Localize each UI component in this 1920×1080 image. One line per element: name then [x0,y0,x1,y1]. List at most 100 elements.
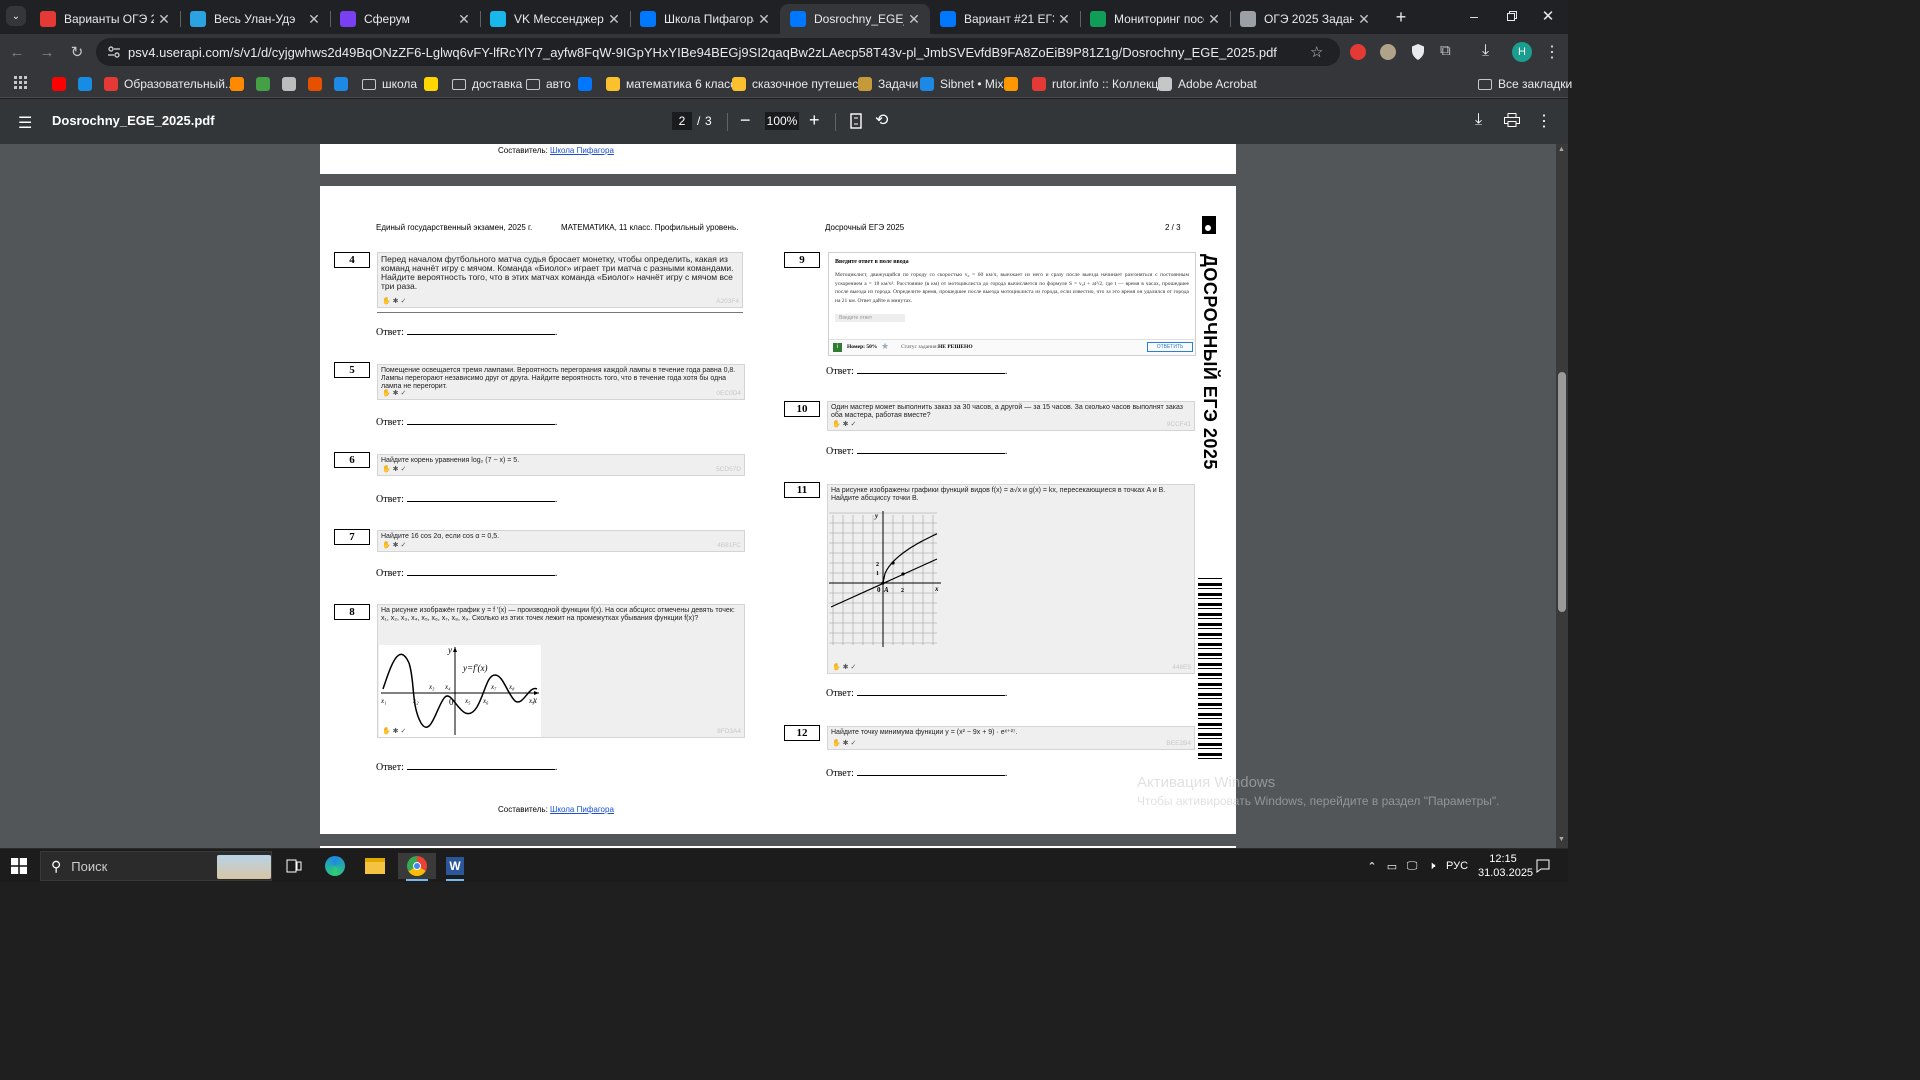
tab-close-icon[interactable]: ✕ [1204,11,1224,28]
browser-tab[interactable]: Варианты ОГЭ 2025✕ [30,4,180,34]
answer-9-line[interactable] [856,365,1005,374]
extension-shield-icon[interactable] [1410,43,1426,61]
tab-close-icon[interactable]: ✕ [154,11,174,28]
minimize-button[interactable]: – [1462,6,1486,26]
taskbar-search-box[interactable]: ⚲ Поиск [40,851,272,881]
scroll-thumb[interactable] [1558,372,1566,612]
download-icon[interactable]: ⤓ [1482,42,1489,60]
chrome-taskbar-icon[interactable] [398,853,436,879]
answer-5-line[interactable] [406,416,555,425]
bookmark-item[interactable]: Задачи [858,74,918,94]
bookmark-item[interactable]: Sibnet • Mix [920,74,1004,94]
tab-close-icon[interactable]: ✕ [1054,11,1074,28]
bookmark-item[interactable] [1004,74,1024,94]
clock[interactable]: 12:15 31.03.2025 [1478,852,1533,880]
problem-4-actions[interactable]: ✋ ✱ ✓ [382,297,406,306]
scroll-up-arrow[interactable]: ▲ [1558,146,1565,153]
back-button[interactable]: ← [6,41,28,63]
answer-10-line[interactable] [856,445,1005,454]
footer-link[interactable]: Школа Пифагора [550,805,614,814]
answer-11-line[interactable] [856,687,1005,696]
word-icon[interactable]: W [440,853,470,879]
answer-6-line[interactable] [406,493,555,502]
bookmark-item[interactable] [334,74,354,94]
tab-close-icon[interactable]: ✕ [1354,11,1374,28]
pdf-download-icon[interactable]: ⤓ [1475,111,1482,129]
bookmark-item[interactable]: доставка [452,74,522,94]
problem-8-actions[interactable]: ✋ ✱ ✓ [382,728,406,736]
profile-avatar[interactable]: Н [1512,42,1532,62]
problem-10-actions[interactable]: ✋ ✱ ✓ [832,421,856,429]
browser-tab[interactable]: Dosrochny_EGE_2025✕ [780,4,930,34]
problem-9-answer-input[interactable]: Введите ответ [835,314,905,322]
browser-tab[interactable]: Мониторинг посещ✕ [1080,4,1230,34]
browser-tab[interactable]: Вариант #21 ЕГЭ пр✕ [930,4,1080,34]
bookmark-item[interactable] [424,74,444,94]
scroll-down-arrow[interactable]: ▼ [1558,836,1565,843]
browser-tab[interactable]: Сферум ✕ [330,4,480,34]
bookmark-item[interactable] [578,74,598,94]
close-window-button[interactable]: ✕ [1536,6,1560,26]
bookmark-item[interactable] [256,74,276,94]
tab-close-icon[interactable]: ✕ [904,11,924,28]
rotate-icon[interactable]: ⟲ [875,110,888,130]
pdf-more-icon[interactable]: ⋮ [1536,111,1552,131]
volume-icon[interactable]: 🕨 [1424,853,1440,879]
zoom-input[interactable]: 100% [765,112,799,130]
forward-button[interactable]: → [36,41,58,63]
answer-7-line[interactable] [406,567,555,576]
all-bookmarks-folder[interactable]: Все закладки [1478,74,1572,94]
network-icon[interactable]: 🖵 [1404,853,1420,879]
tab-close-icon[interactable]: ✕ [304,11,324,28]
tray-chevron-icon[interactable]: ⌃ [1364,853,1380,879]
extension-face-icon[interactable] [1380,44,1396,60]
problem-12-actions[interactable]: ✋ ✱ ✓ [832,740,856,748]
browser-tab[interactable]: Весь Улан-Удэ ✕ [180,4,330,34]
problem-9-submit-button[interactable]: ОТВЕТИТЬ [1147,342,1193,352]
bookmark-item[interactable]: Образовательный... [104,74,235,94]
start-button[interactable] [8,853,30,879]
language-indicator[interactable]: РУС [1444,853,1470,879]
browser-tab[interactable]: ОГЭ 2025 Задание N✕ [1230,4,1380,34]
bookmark-item[interactable]: авто [526,74,571,94]
bookmark-item[interactable]: rutor.info :: Коллекц... [1032,74,1168,94]
bookmark-item[interactable] [230,74,250,94]
viewer-scrollbar[interactable]: ▲ ▼ [1556,144,1568,848]
apps-grid-icon[interactable] [14,76,28,90]
url-text[interactable]: psv4.userapi.com/s/v1/d/cyjgwhws2d49BqON… [128,45,1298,60]
task-view-icon[interactable] [282,853,306,879]
browser-tab[interactable]: Школа Пифагора ЕГ✕ [630,4,780,34]
restore-button[interactable] [1500,6,1524,26]
file-explorer-icon[interactable] [362,853,388,879]
site-info-icon[interactable] [106,44,122,60]
fit-page-icon[interactable] [850,113,862,129]
pdf-print-icon[interactable] [1504,113,1520,127]
pdf-menu-icon[interactable]: ☰ [18,113,32,133]
tray-device-icon[interactable]: ▭ [1384,853,1400,879]
new-tab-button[interactable]: + [1390,6,1412,28]
pdf-viewer[interactable]: Составитель: Школа Пифагора Единый госуд… [0,144,1556,848]
extension-red-icon[interactable] [1350,44,1366,60]
bookmark-item[interactable] [78,74,98,94]
bookmark-item[interactable] [282,74,302,94]
bookmark-item[interactable]: школа [362,74,417,94]
answer-8-line[interactable] [406,761,555,770]
bookmark-item[interactable]: сказочное путешес... [732,74,868,94]
answer-12-line[interactable] [856,767,1005,776]
answer-4-line[interactable] [406,326,555,335]
star-icon[interactable]: ★ [881,341,889,352]
edge-icon[interactable] [322,853,348,879]
zoom-out-button[interactable]: − [740,110,751,131]
problem-5-actions[interactable]: ✋ ✱ ✓ [382,390,406,398]
bookmark-item[interactable]: математика 6 класс... [606,74,746,94]
tab-search-button[interactable]: ⌄ [6,6,26,26]
problem-11-actions[interactable]: ✋ ✱ ✓ [832,664,856,672]
extensions-puzzle-icon[interactable]: ⧉ [1440,42,1451,59]
tab-close-icon[interactable]: ✕ [754,11,774,28]
prev-footer-link[interactable]: Школа Пифагора [550,146,614,155]
page-number-input[interactable]: 2 [672,112,692,130]
bookmark-item[interactable] [52,74,72,94]
bookmark-star-icon[interactable]: ☆ [1310,43,1323,61]
problem-6-actions[interactable]: ✋ ✱ ✓ [382,466,406,474]
zoom-in-button[interactable]: + [809,110,820,131]
